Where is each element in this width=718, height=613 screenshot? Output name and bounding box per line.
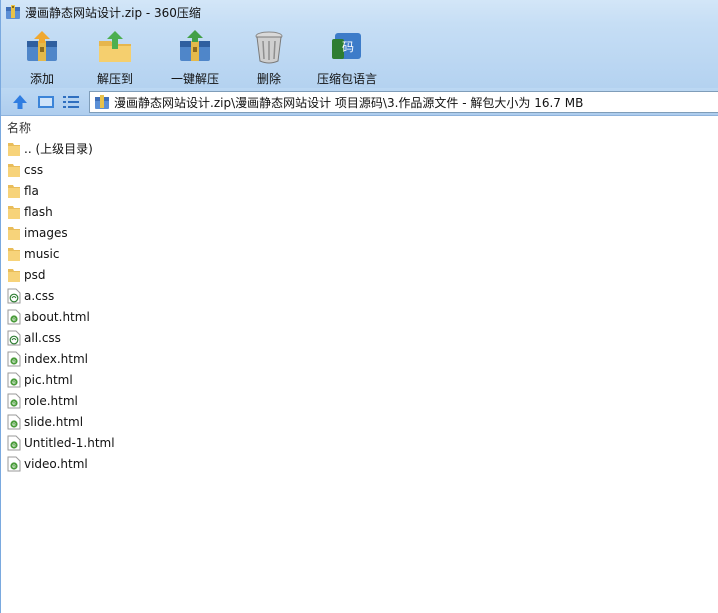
html-file-icon: e [7, 414, 21, 430]
thumbnail-view-icon[interactable] [37, 93, 55, 111]
folder-icon [7, 225, 21, 241]
file-list: .. (上级目录) css fla flash images music psd a.css e… [1, 138, 718, 474]
file-name: role.html [24, 393, 78, 408]
file-list-item[interactable]: e role.html [1, 390, 718, 411]
file-name: fla [24, 183, 39, 198]
navigation-bar: 漫画静态网站设计.zip\漫画静态网站设计 项目源码\3.作品源文件 - 解包大… [1, 88, 718, 116]
svg-text:e: e [12, 442, 16, 449]
delete-button[interactable]: 删除 [243, 24, 295, 86]
add-button-label: 添加 [29, 72, 54, 86]
svg-text:e: e [12, 358, 16, 365]
file-list-item[interactable]: e about.html [1, 306, 718, 327]
folder-icon [7, 204, 21, 220]
svg-text:e: e [12, 400, 16, 407]
archive-language-button[interactable]: 码 压缩包语言 [307, 24, 387, 86]
file-list-item[interactable]: .. (上级目录) [1, 138, 718, 159]
file-list-item[interactable]: psd [1, 264, 718, 285]
file-list-item[interactable]: a.css [1, 285, 718, 306]
svg-text:e: e [12, 379, 16, 386]
file-name: video.html [24, 456, 88, 471]
list-header: 名称 [1, 117, 718, 137]
archive-path: 漫画静态网站设计.zip\漫画静态网站设计 项目源码\3.作品源文件 - 解包大… [114, 95, 584, 110]
file-name: pic.html [24, 372, 73, 387]
file-name: music [24, 246, 60, 261]
file-list-item[interactable]: images [1, 222, 718, 243]
file-name: about.html [24, 309, 90, 324]
one-click-extract-icon [177, 29, 213, 65]
file-list-item[interactable]: css [1, 159, 718, 180]
file-name: images [24, 225, 68, 240]
file-name: css [24, 162, 44, 177]
svg-text:e: e [12, 463, 16, 470]
html-file-icon: e [7, 372, 21, 388]
folder-icon [7, 246, 21, 262]
file-name: index.html [24, 351, 88, 366]
svg-text:e: e [12, 316, 16, 323]
html-file-icon: e [7, 393, 21, 409]
title-bar: 漫画静态网站设计.zip - 360压缩 [1, 0, 718, 24]
folder-icon [7, 267, 21, 283]
add-button[interactable]: 添加 [11, 24, 73, 86]
file-name: a.css [24, 288, 55, 303]
main-toolbar: 添加 解压到 一键解压 删除 码 压缩包语言 [1, 24, 718, 88]
css-file-icon [7, 330, 21, 346]
delete-label: 删除 [256, 72, 281, 86]
list-view-icon[interactable] [62, 93, 80, 111]
html-file-icon: e [7, 456, 21, 472]
trash-bin-icon [251, 29, 287, 65]
file-list-item[interactable]: e video.html [1, 453, 718, 474]
file-list-item[interactable]: flash [1, 201, 718, 222]
folder-icon [7, 183, 21, 199]
file-list-item[interactable]: all.css [1, 327, 718, 348]
app-logo-icon [5, 4, 21, 20]
folder-icon [7, 141, 21, 157]
up-arrow-icon[interactable] [11, 93, 29, 111]
html-file-icon: e [7, 351, 21, 367]
archive-language-icon: 码 [329, 29, 365, 65]
svg-text:e: e [12, 421, 16, 428]
file-list-item[interactable]: music [1, 243, 718, 264]
file-name: psd [24, 267, 46, 282]
extract-to-icon [97, 29, 133, 65]
file-name: Untitled-1.html [24, 435, 115, 450]
zip-archive-icon [94, 94, 110, 110]
css-file-icon [7, 288, 21, 304]
folder-icon [7, 162, 21, 178]
file-name: all.css [24, 330, 61, 345]
window-title: 漫画静态网站设计.zip - 360压缩 [25, 5, 201, 20]
app-window: 漫画静态网站设计.zip - 360压缩 添加 解压到 一键解压 删除 码 压缩… [0, 0, 718, 613]
file-list-item[interactable]: e slide.html [1, 411, 718, 432]
file-name: slide.html [24, 414, 84, 429]
file-list-item[interactable]: e Untitled-1.html [1, 432, 718, 453]
html-file-icon: e [7, 309, 21, 325]
html-file-icon: e [7, 435, 21, 451]
path-bar[interactable]: 漫画静态网站设计.zip\漫画静态网站设计 项目源码\3.作品源文件 - 解包大… [89, 91, 718, 113]
file-list-item[interactable]: e pic.html [1, 369, 718, 390]
file-list-item[interactable]: e index.html [1, 348, 718, 369]
svg-text:码: 码 [342, 40, 354, 54]
one-click-extract-button[interactable]: 一键解压 [157, 24, 233, 86]
file-name: .. (上级目录) [24, 142, 93, 156]
add-archive-icon [24, 29, 60, 65]
file-list-item[interactable]: fla [1, 180, 718, 201]
name-column-header[interactable]: 名称 [7, 119, 31, 136]
file-name: flash [24, 204, 53, 219]
extract-to-label: 解压到 [96, 72, 133, 86]
extract-to-button[interactable]: 解压到 [79, 24, 151, 86]
one-click-extract-label: 一键解压 [170, 72, 219, 86]
archive-language-label: 压缩包语言 [316, 72, 377, 86]
